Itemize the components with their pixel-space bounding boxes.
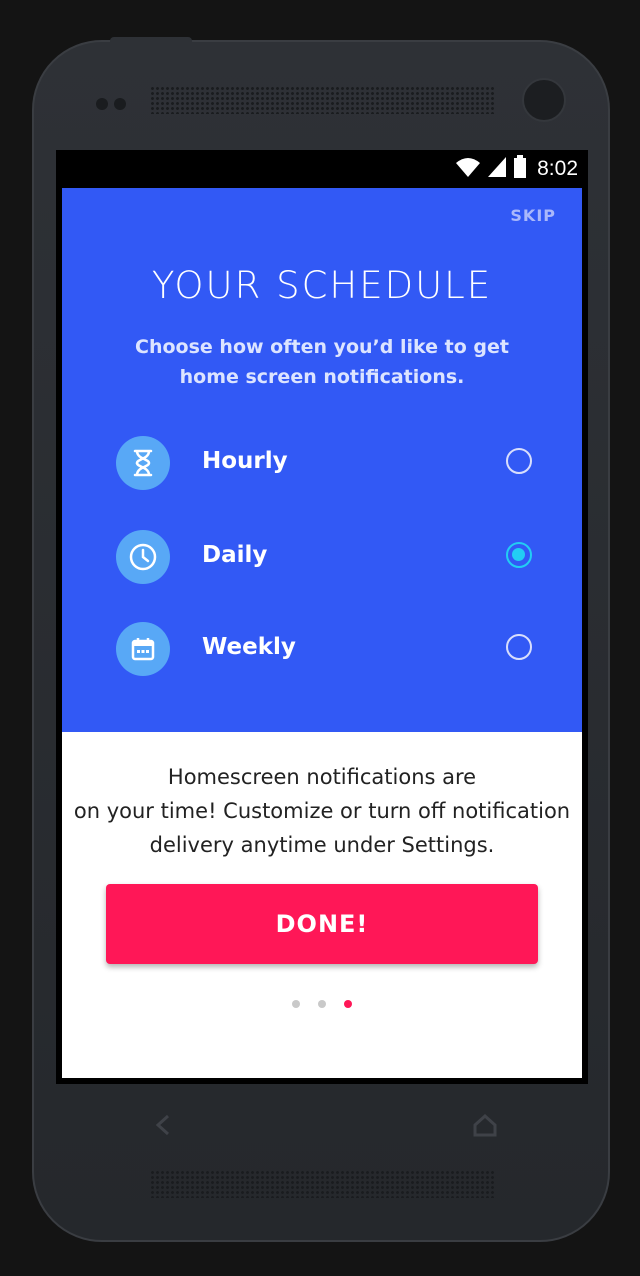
page-title: YOUR SCHEDULE (151, 264, 493, 307)
done-button[interactable]: DONE! (106, 884, 538, 964)
calendar-icon (116, 622, 170, 676)
back-nav-icon[interactable] (150, 1110, 176, 1140)
bottom-speaker (150, 1170, 494, 1198)
page-subtitle: Choose how often you’d like to get home … (135, 336, 509, 388)
page-indicator (62, 1000, 582, 1010)
status-time: 8:02 (537, 157, 578, 180)
info-text: Homescreen notifications are on your tim… (73, 765, 571, 857)
home-nav-icon[interactable] (470, 1110, 500, 1140)
radio-hourly[interactable] (506, 448, 532, 474)
radio-daily[interactable] (506, 542, 532, 568)
page-dot-active (344, 1000, 352, 1008)
status-bar: 8:02 (56, 150, 588, 188)
clock-icon (116, 530, 170, 584)
battery-icon (513, 155, 527, 183)
power-button (110, 37, 192, 45)
phone-screen: 8:02 SKIP YOUR SCHEDULE Choose how often… (56, 150, 588, 1084)
skip-button[interactable]: SKIP (510, 206, 556, 225)
onboarding-schedule-screen: SKIP YOUR SCHEDULE Choose how often you’… (62, 188, 582, 1078)
option-hourly[interactable]: Hourly (116, 436, 532, 490)
sensor-dot (96, 98, 108, 110)
option-label: Weekly (202, 634, 296, 660)
front-camera (522, 78, 566, 122)
hourglass-icon (116, 436, 170, 490)
option-label: Daily (202, 542, 268, 568)
schedule-hero-panel: SKIP YOUR SCHEDULE Choose how often you’… (62, 188, 582, 732)
page-dot (318, 1000, 326, 1008)
option-label: Hourly (202, 448, 288, 474)
sensor-dot (114, 98, 126, 110)
earpiece-speaker (150, 86, 494, 114)
wifi-icon (455, 156, 481, 182)
signal-icon (487, 156, 507, 182)
option-weekly[interactable]: Weekly (116, 622, 532, 676)
option-daily[interactable]: Daily (116, 530, 532, 584)
radio-weekly[interactable] (506, 634, 532, 660)
page-dot (292, 1000, 300, 1008)
